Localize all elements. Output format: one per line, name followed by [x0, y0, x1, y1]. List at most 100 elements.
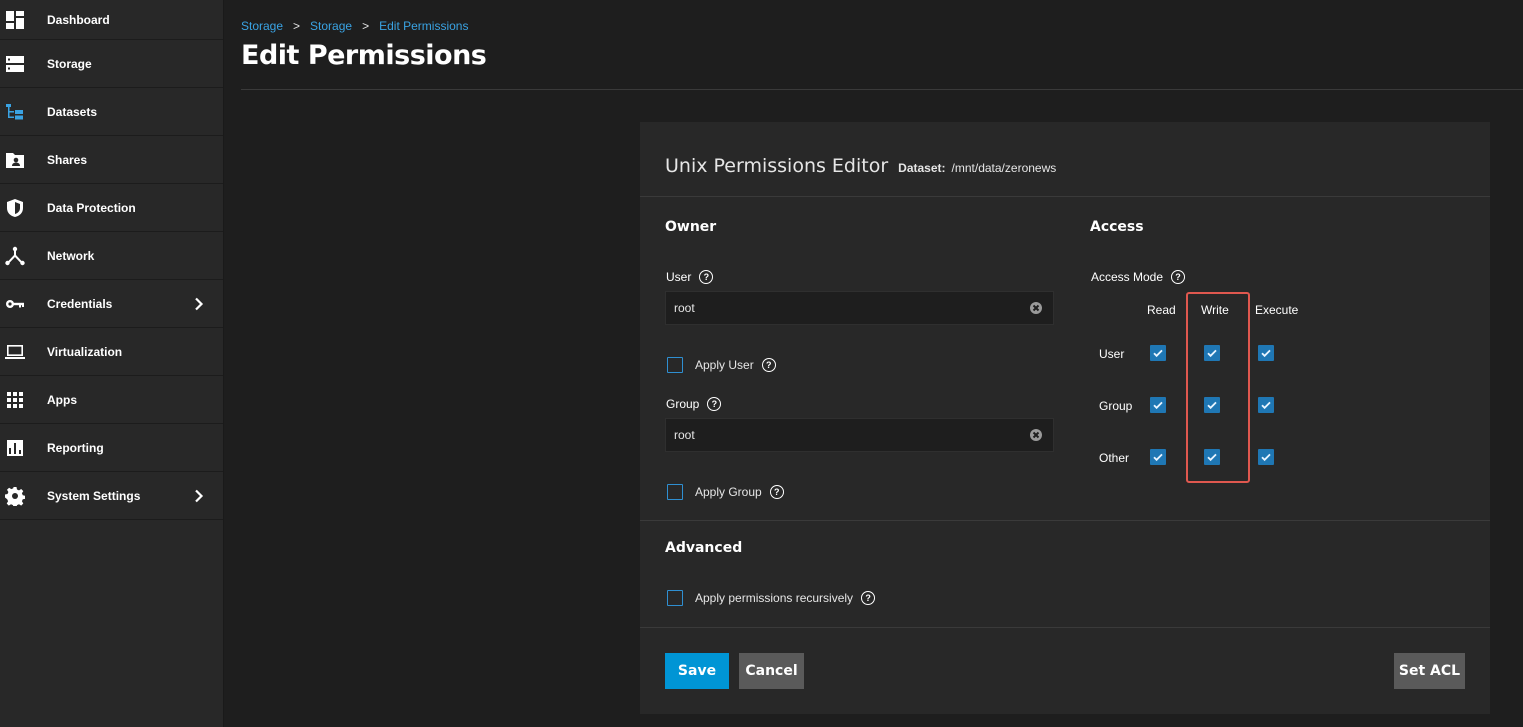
shares-icon	[4, 149, 26, 171]
network-icon	[4, 245, 26, 267]
apply-recursively-checkbox[interactable]: Apply permissions recursively ?	[667, 590, 876, 606]
column-header-execute: Execute	[1255, 303, 1299, 317]
sidebar-item-system-settings[interactable]: System Settings	[0, 472, 223, 520]
chart-icon	[4, 437, 26, 459]
storage-icon	[4, 53, 26, 75]
help-icon[interactable]: ?	[707, 397, 722, 411]
chevron-right-icon[interactable]	[192, 297, 206, 311]
cancel-button[interactable]: Cancel	[739, 653, 804, 689]
sidebar-item-label: Network	[47, 248, 95, 263]
apply-recursively-label: Apply permissions recursively	[695, 591, 854, 605]
checkbox-user-execute[interactable]	[1258, 345, 1274, 361]
sidebar-item-network[interactable]: Network	[0, 232, 223, 280]
sidebar-item-virtualization[interactable]: Virtualization	[0, 328, 223, 376]
access-section-title: Access	[1090, 219, 1144, 235]
access-mode-label: Access Mode ?	[1091, 270, 1186, 284]
owner-section-title: Owner	[665, 219, 717, 235]
group-input[interactable]: root	[665, 418, 1054, 452]
sidebar-item-label: Storage	[47, 56, 92, 71]
sidebar-item-credentials[interactable]: Credentials	[0, 280, 223, 328]
apply-group-label-wrap: Apply Group ?	[695, 485, 784, 499]
help-icon[interactable]: ?	[861, 591, 876, 605]
group-input-value: root	[674, 428, 695, 442]
checkbox-box[interactable]	[667, 590, 683, 606]
group-label-text: Group	[666, 397, 700, 411]
sidebar-item-shares[interactable]: Shares	[0, 136, 223, 184]
help-icon[interactable]: ?	[761, 358, 776, 372]
sidebar-item-label: System Settings	[47, 488, 141, 503]
divider	[640, 196, 1490, 197]
sidebar-item-label: Datasets	[47, 104, 98, 119]
checkbox-box[interactable]	[667, 484, 683, 500]
apply-group-checkbox[interactable]: Apply Group ?	[667, 484, 784, 500]
breadcrumb-separator: >	[362, 19, 370, 33]
clear-icon[interactable]	[1030, 302, 1042, 314]
save-button[interactable]: Save	[665, 653, 729, 689]
breadcrumb: Storage > Storage > Edit Permissions	[241, 19, 468, 33]
sidebar-item-label: Shares	[47, 152, 88, 167]
row-header-user: User	[1099, 347, 1125, 361]
write-column-highlight	[1186, 292, 1250, 483]
breadcrumb-link-storage[interactable]: Storage	[241, 19, 283, 33]
sidebar-item-label: Reporting	[47, 440, 104, 455]
dataset-path: /mnt/data/zeronews	[951, 161, 1057, 175]
column-header-read: Read	[1147, 303, 1176, 317]
sidebar-item-label: Dashboard	[47, 12, 110, 27]
chevron-right-icon[interactable]	[192, 489, 206, 503]
checkbox-group-execute[interactable]	[1258, 397, 1274, 413]
apps-grid-icon	[4, 389, 26, 411]
clear-icon[interactable]	[1030, 429, 1042, 441]
dashboard-icon	[4, 9, 26, 31]
checkbox-box[interactable]	[667, 357, 683, 373]
checkbox-other-read[interactable]	[1150, 449, 1166, 465]
page-title: Edit Permissions	[241, 40, 487, 71]
datasets-icon	[4, 101, 26, 123]
checkbox-other-execute[interactable]	[1258, 449, 1274, 465]
advanced-section-title: Advanced	[665, 540, 743, 556]
sidebar-item-label: Apps	[47, 392, 77, 407]
sidebar: Dashboard Storage Datasets Shares Data P…	[0, 0, 224, 727]
sidebar-item-storage[interactable]: Storage	[0, 40, 223, 88]
laptop-icon	[4, 341, 26, 363]
card-header: Unix Permissions Editor Dataset: /mnt/da…	[665, 155, 1056, 177]
user-label-text: User	[666, 270, 692, 284]
apply-user-label: Apply User	[695, 358, 754, 372]
row-header-other: Other	[1099, 451, 1130, 465]
user-field-label: User ?	[666, 270, 714, 284]
sidebar-item-label: Credentials	[47, 296, 113, 311]
group-field-label: Group ?	[666, 397, 722, 411]
help-icon[interactable]: ?	[1171, 270, 1186, 284]
sidebar-item-label: Data Protection	[47, 200, 136, 215]
apply-user-checkbox[interactable]: Apply User ?	[667, 357, 776, 373]
checkbox-user-read[interactable]	[1150, 345, 1166, 361]
gear-icon	[4, 485, 26, 507]
key-icon	[4, 293, 26, 315]
card-title: Unix Permissions Editor	[665, 155, 889, 177]
breadcrumb-current[interactable]: Edit Permissions	[379, 19, 468, 33]
header-divider	[241, 89, 1523, 90]
dataset-label: Dataset:	[898, 161, 946, 175]
help-icon[interactable]: ?	[699, 270, 714, 284]
user-input-value: root	[674, 301, 695, 315]
sidebar-item-apps[interactable]: Apps	[0, 376, 223, 424]
help-icon[interactable]: ?	[769, 485, 784, 499]
sidebar-item-dashboard[interactable]: Dashboard	[0, 0, 223, 40]
divider	[640, 520, 1490, 521]
sidebar-item-data-protection[interactable]: Data Protection	[0, 184, 223, 232]
user-input[interactable]: root	[665, 291, 1054, 325]
access-mode-label-text: Access Mode	[1091, 270, 1164, 284]
sidebar-item-reporting[interactable]: Reporting	[0, 424, 223, 472]
apply-user-label-wrap: Apply User ?	[695, 358, 776, 372]
sidebar-item-datasets[interactable]: Datasets	[0, 88, 223, 136]
apply-group-label: Apply Group	[695, 485, 762, 499]
sidebar-item-label: Virtualization	[47, 344, 123, 359]
breadcrumb-link-storage-2[interactable]: Storage	[310, 19, 352, 33]
unix-permissions-editor-card: Unix Permissions Editor Dataset: /mnt/da…	[640, 122, 1490, 714]
set-acl-button[interactable]: Set ACL	[1394, 653, 1465, 689]
checkbox-group-read[interactable]	[1150, 397, 1166, 413]
row-header-group: Group	[1099, 399, 1133, 413]
breadcrumb-separator: >	[293, 19, 301, 33]
apply-recursively-label-wrap: Apply permissions recursively ?	[695, 591, 876, 605]
divider	[640, 627, 1490, 628]
shield-icon	[4, 197, 26, 219]
